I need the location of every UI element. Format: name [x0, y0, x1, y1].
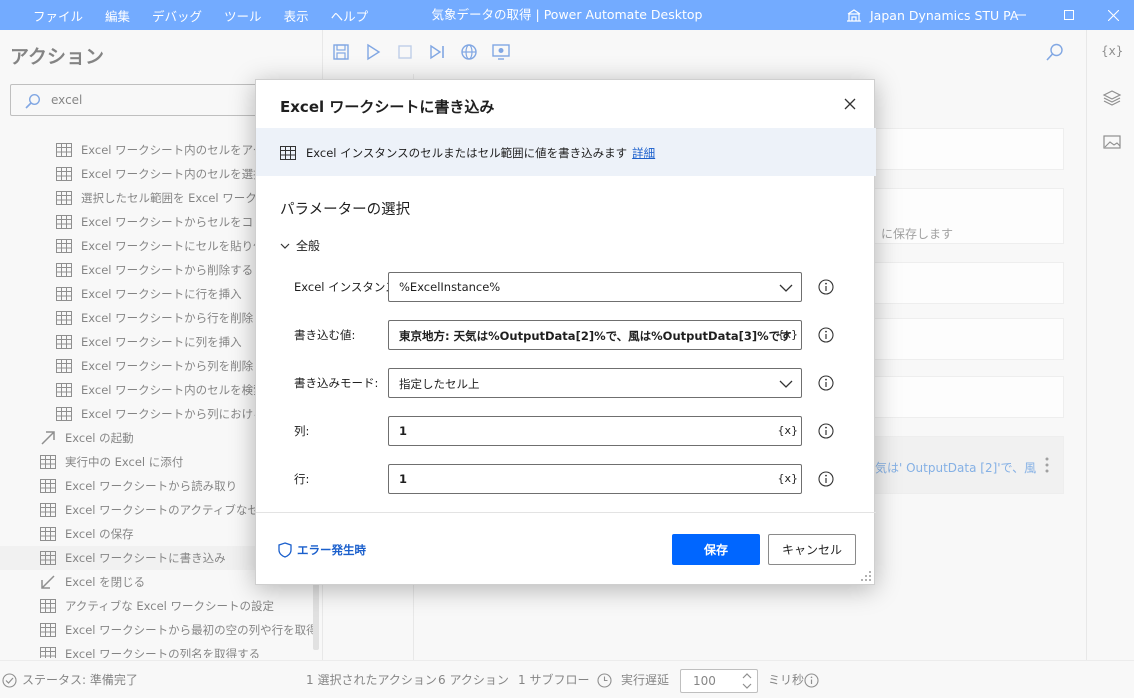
chevron-down-icon [779, 380, 793, 388]
mode-value: 指定したセル上 [399, 377, 480, 391]
close-icon[interactable] [842, 96, 858, 112]
column-value[interactable]: 1 [399, 424, 407, 438]
info-description: Excel インスタンスのセルまたはセル範囲に値を書き込みます [306, 146, 628, 160]
section-title: パラメーターの選択 [280, 202, 411, 218]
variable-picker-icon[interactable]: {x} [777, 424, 798, 437]
general-group-toggle[interactable]: 全般 [280, 237, 320, 254]
info-icon[interactable] [818, 279, 834, 295]
info-icon[interactable] [818, 423, 834, 439]
mode-dropdown[interactable]: 指定したセル上 [388, 368, 802, 398]
chevron-down-icon [280, 243, 290, 249]
dialog-divider [256, 512, 876, 513]
on-error-link[interactable]: エラー発生時 [278, 542, 366, 558]
instance-value: %ExcelInstance% [399, 280, 501, 294]
row-label: 行: [294, 472, 310, 486]
row-value[interactable]: 1 [399, 472, 407, 486]
resize-grip-icon[interactable] [860, 570, 872, 582]
save-button[interactable]: 保存 [672, 534, 760, 565]
info-banner: Excel インスタンスのセルまたはセル範囲に値を書き込みます 詳細 [256, 128, 876, 176]
value-label: 書き込む値: [294, 328, 356, 342]
info-icon[interactable] [818, 471, 834, 487]
instance-dropdown[interactable]: %ExcelInstance% [388, 272, 802, 302]
column-input[interactable]: 1 {x} [388, 416, 802, 446]
variable-picker-icon[interactable]: {x} [777, 472, 798, 485]
excel-table-icon [280, 146, 296, 160]
row-input[interactable]: 1 {x} [388, 464, 802, 494]
cancel-button[interactable]: キャンセル [768, 534, 856, 565]
general-group-label: 全般 [296, 239, 321, 253]
mode-label: 書き込みモード: [294, 376, 379, 390]
variable-picker-icon[interactable]: {x} [777, 328, 798, 341]
value-input[interactable]: 東京地方: 天気は%OutputData[2]%で、風は%OutputData[… [388, 320, 802, 350]
column-label: 列: [294, 424, 310, 438]
info-icon[interactable] [818, 327, 834, 343]
details-link[interactable]: 詳細 [632, 146, 655, 160]
info-text: Excel インスタンスのセルまたはセル範囲に値を書き込みます 詳細 [306, 145, 655, 161]
shield-icon [278, 542, 292, 558]
chevron-down-icon [779, 284, 793, 292]
write-to-excel-dialog: Excel ワークシートに書き込み Excel インスタンスのセルまたはセル範囲… [255, 79, 876, 585]
value-text[interactable]: 東京地方: 天気は%OutputData[2]%で、風は%OutputData[… [399, 328, 792, 344]
dialog-title: Excel ワークシートに書き込み [280, 98, 495, 116]
info-icon[interactable] [818, 375, 834, 391]
on-error-label: エラー発生時 [297, 543, 366, 557]
instance-label: Excel インスタンス: [294, 280, 401, 294]
